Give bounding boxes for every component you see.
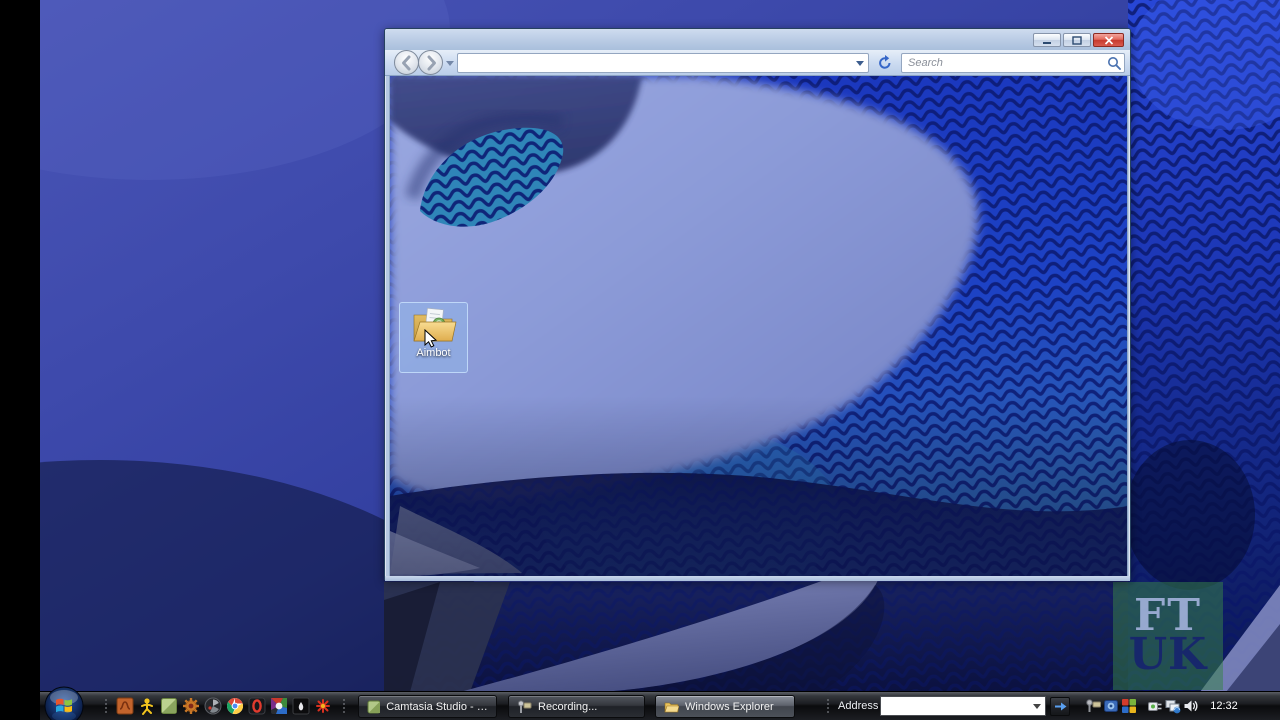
search-input[interactable] bbox=[902, 55, 1104, 71]
gear-icon bbox=[183, 698, 199, 714]
recorder-tray-icon bbox=[1086, 699, 1101, 712]
folder-task-icon bbox=[664, 702, 679, 713]
refresh-button[interactable] bbox=[875, 53, 895, 73]
quicklaunch-media-player[interactable] bbox=[292, 697, 310, 715]
quicklaunch-fractal[interactable] bbox=[116, 697, 134, 715]
quicklaunch-gear-tool[interactable] bbox=[182, 697, 200, 715]
quicklaunch-firework[interactable] bbox=[314, 697, 332, 715]
quicklaunch-opera[interactable] bbox=[248, 697, 266, 715]
window-titlebar[interactable] bbox=[385, 29, 1130, 50]
content-wallpaper bbox=[390, 76, 1127, 576]
recent-pages-chevron-icon[interactable] bbox=[446, 61, 454, 66]
aim-running-man-icon bbox=[141, 698, 153, 715]
screen: FT UK Search Aimbot Camtasia Studio - U.… bbox=[0, 0, 1280, 720]
minimize-button[interactable] bbox=[1033, 33, 1061, 47]
taskbar-clock[interactable]: 12:32 bbox=[1200, 700, 1248, 712]
tray-webcam[interactable] bbox=[1103, 698, 1119, 714]
folder-label: Aimbot bbox=[416, 347, 451, 359]
forward-arrow-icon bbox=[427, 55, 436, 70]
folder-icon bbox=[413, 307, 456, 342]
quicklaunch-camtasia-studio[interactable] bbox=[160, 697, 178, 715]
address-toolbar-grip[interactable] bbox=[826, 698, 831, 715]
quicklaunch-shutter[interactable] bbox=[204, 697, 222, 715]
camtasia-task-icon bbox=[367, 700, 381, 713]
taskbar-address-dropdown[interactable] bbox=[1029, 697, 1045, 715]
webcam-tray-icon bbox=[1104, 700, 1118, 712]
power-plug-icon bbox=[1148, 702, 1162, 711]
task-button-camtasia[interactable]: Camtasia Studio - U... bbox=[358, 695, 497, 718]
task-button-recording[interactable]: Recording... bbox=[508, 695, 645, 718]
task-button-windows-explorer[interactable]: Windows Explorer bbox=[655, 695, 795, 718]
maximize-icon bbox=[1072, 35, 1082, 45]
recorder-task-icon bbox=[517, 699, 532, 713]
quicklaunch-aim-messenger[interactable] bbox=[138, 697, 156, 715]
tray-recorder[interactable] bbox=[1085, 698, 1101, 714]
search-button[interactable] bbox=[1104, 56, 1124, 71]
start-button[interactable] bbox=[44, 686, 84, 720]
chevron-down-icon bbox=[1033, 703, 1041, 709]
window-content-area: Aimbot bbox=[389, 76, 1128, 576]
watermark-bottom-text: UK bbox=[1128, 629, 1208, 680]
tray-network[interactable] bbox=[1165, 698, 1181, 714]
forward-button[interactable] bbox=[418, 50, 443, 75]
quicklaunch-picasa[interactable] bbox=[270, 697, 288, 715]
tray-desktop-manager[interactable] bbox=[1121, 698, 1137, 714]
refresh-icon bbox=[879, 55, 891, 69]
search-box bbox=[901, 53, 1125, 73]
flame-icon bbox=[292, 697, 310, 715]
back-button[interactable] bbox=[394, 50, 419, 75]
window-controls bbox=[1033, 33, 1124, 47]
quicklaunch-grip[interactable] bbox=[104, 698, 109, 715]
camera-shutter-icon bbox=[204, 697, 222, 715]
back-arrow-icon bbox=[402, 55, 411, 70]
address-go-button[interactable] bbox=[1050, 697, 1070, 716]
taskbar-address-input[interactable] bbox=[881, 698, 1029, 714]
fractal-icon bbox=[116, 697, 134, 715]
speaker-icon bbox=[1184, 700, 1198, 712]
explorer-window: Aimbot bbox=[384, 28, 1131, 581]
windows-logo-icon bbox=[44, 686, 84, 720]
navigation-toolbar bbox=[385, 50, 1130, 76]
quicklaunch-chrome[interactable] bbox=[226, 697, 244, 715]
address-bar bbox=[457, 53, 869, 73]
chrome-icon bbox=[226, 697, 244, 715]
window-bottom-frame bbox=[385, 576, 1130, 581]
task-label: Recording... bbox=[538, 700, 598, 713]
minimize-icon bbox=[1043, 41, 1051, 44]
close-icon bbox=[1104, 35, 1113, 45]
tray-power[interactable] bbox=[1147, 698, 1163, 714]
go-arrow-icon bbox=[1054, 702, 1066, 711]
close-button[interactable] bbox=[1093, 33, 1124, 47]
search-icon bbox=[1107, 56, 1121, 70]
maximize-button[interactable] bbox=[1063, 33, 1091, 47]
picasa-icon bbox=[271, 698, 287, 714]
opera-icon bbox=[248, 697, 266, 715]
address-toolbar-label: Address bbox=[838, 700, 879, 712]
network-icon bbox=[1165, 700, 1181, 714]
taskbar: Camtasia Studio - U... Recording... Wind… bbox=[40, 686, 1280, 720]
firework-icon bbox=[316, 699, 330, 713]
task-label: Camtasia Studio - U... bbox=[386, 700, 488, 713]
address-input[interactable] bbox=[458, 55, 852, 71]
task-label: Windows Explorer bbox=[685, 700, 774, 713]
taskbar-address-bar bbox=[880, 696, 1046, 716]
ftuk-watermark: FT UK bbox=[1113, 582, 1223, 690]
chevron-down-icon bbox=[856, 60, 864, 66]
tray-volume[interactable] bbox=[1183, 698, 1199, 714]
address-dropdown-button[interactable] bbox=[852, 54, 868, 72]
folder-icon-aimbot[interactable]: Aimbot bbox=[399, 302, 468, 373]
tasks-grip[interactable] bbox=[342, 698, 347, 715]
four-color-tray-icon bbox=[1122, 699, 1136, 713]
camtasia-icon bbox=[161, 698, 177, 714]
